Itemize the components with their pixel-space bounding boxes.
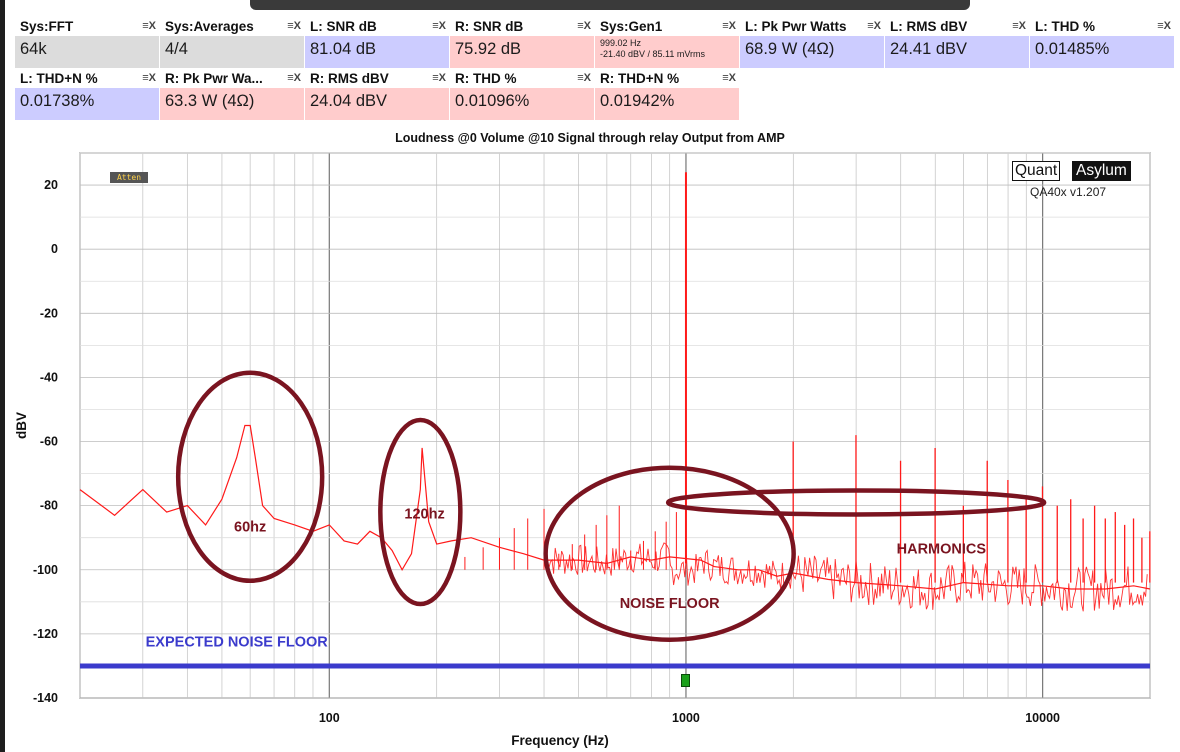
plot-area — [79, 152, 1151, 699]
y-tick-label: -60 — [40, 435, 58, 449]
y-tick-label: -20 — [40, 306, 58, 320]
frequency-marker[interactable] — [681, 674, 690, 687]
spectrum-chart[interactable]: 20 0 -20 -40 -60 -80 -100 -120 -140 100 1000 10000 F… — [0, 0, 1180, 752]
y-axis-label: dBV — [14, 412, 29, 439]
annotation-label: 60hz — [234, 519, 266, 535]
y-tick-label: 20 — [44, 178, 58, 192]
y-tick-label: -80 — [40, 499, 58, 513]
version-label: QA40x v1.207 — [1030, 185, 1107, 199]
annotation-label: NOISE FLOOR — [620, 596, 720, 612]
annotation-label: 120hz — [404, 506, 444, 522]
y-tick-label: -140 — [33, 691, 58, 705]
x-tick-label: 10000 — [1025, 711, 1060, 725]
y-tick-label: 0 — [51, 242, 58, 256]
annotation-label: HARMONICS — [897, 542, 987, 558]
y-tick-label: -100 — [33, 563, 58, 577]
x-tick-label: 1000 — [672, 711, 700, 725]
logo-text-asylum: Asylum — [1072, 161, 1131, 181]
y-tick-label: -40 — [40, 370, 58, 384]
x-tick-label: 100 — [319, 711, 340, 725]
x-axis-label: Frequency (Hz) — [511, 733, 609, 748]
annotation-label: EXPECTED NOISE FLOOR — [146, 635, 329, 651]
logo-text-quant: Quant — [1012, 161, 1061, 181]
atten-badge[interactable]: Atten — [110, 172, 148, 183]
y-tick-label: -120 — [33, 627, 58, 641]
